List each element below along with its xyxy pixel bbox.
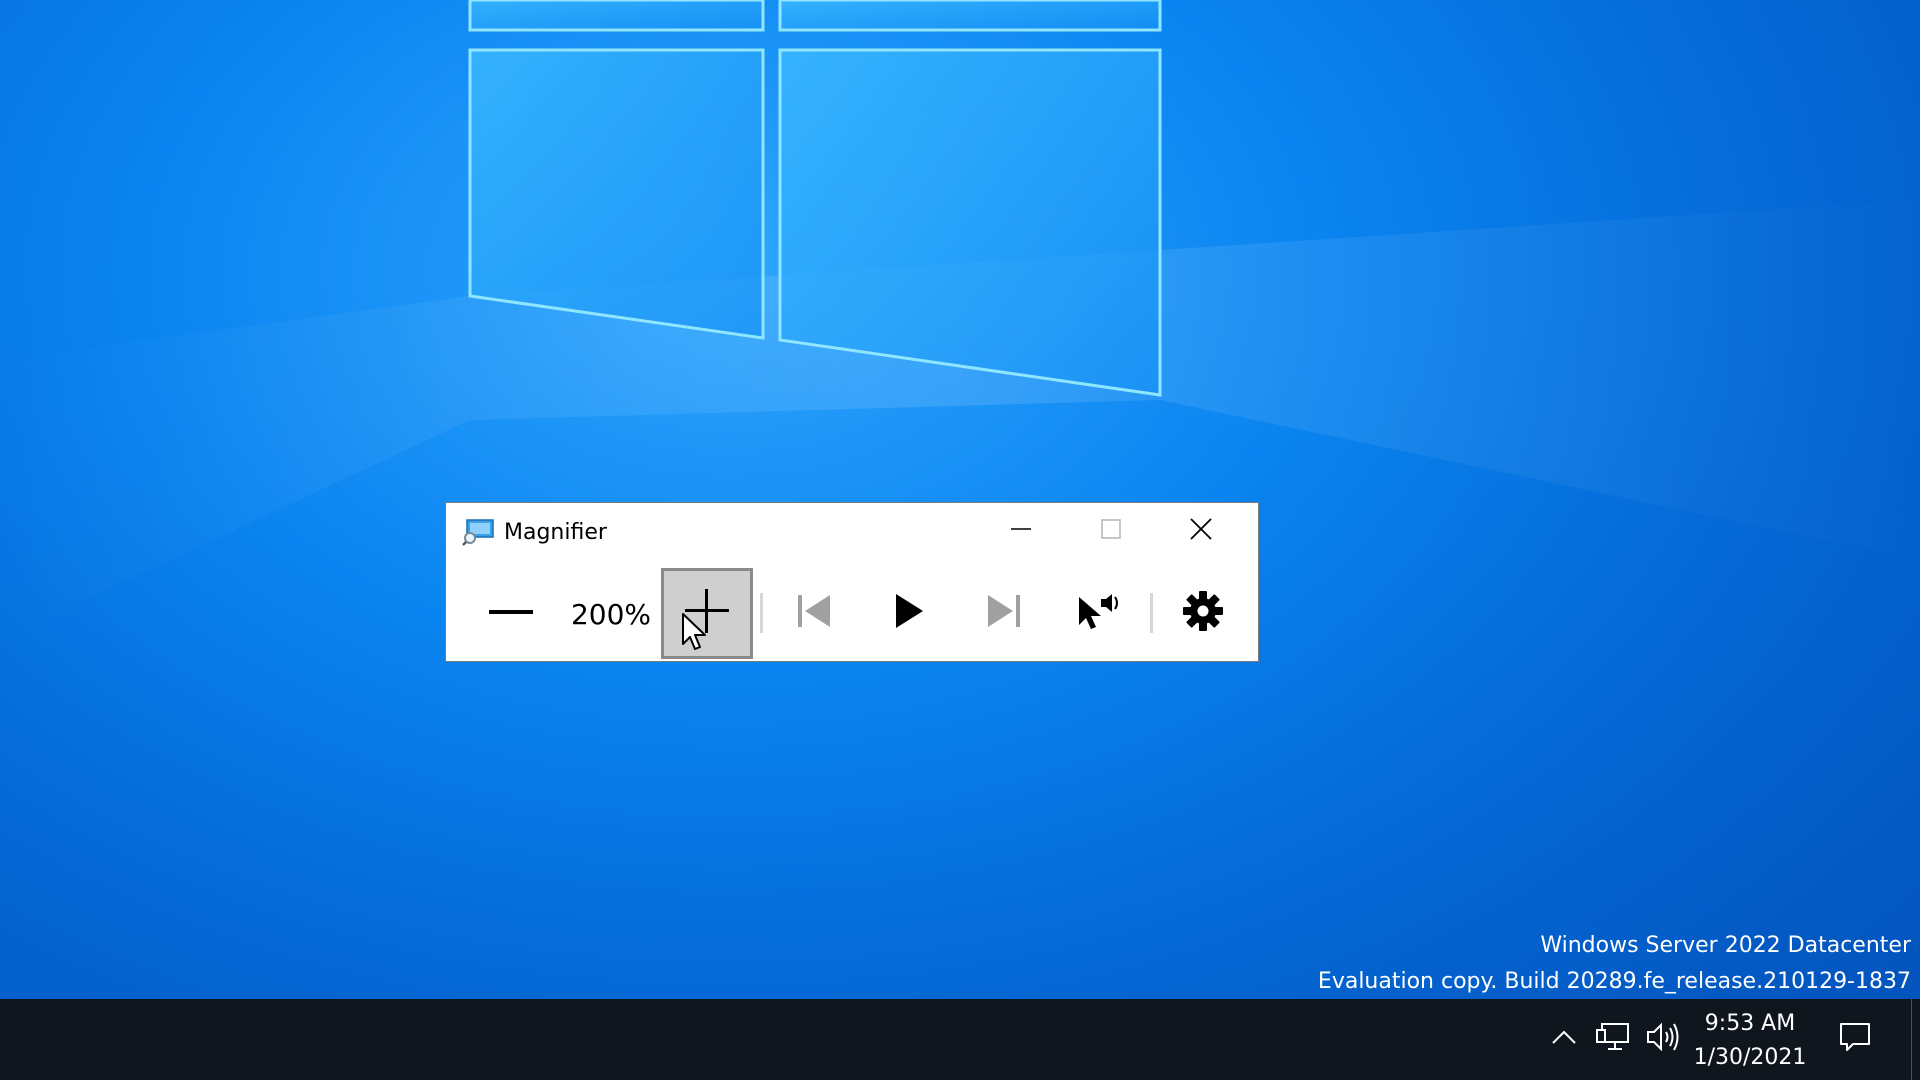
title-bar[interactable]: Magnifier bbox=[446, 503, 1258, 563]
mouse-cursor bbox=[682, 613, 708, 656]
chevron-up-icon bbox=[1551, 1029, 1577, 1050]
next-paragraph-button[interactable] bbox=[956, 568, 1051, 658]
taskbar-clock[interactable]: 9:53 AM 1/30/2021 bbox=[1690, 1007, 1810, 1075]
next-paragraph-icon bbox=[986, 593, 1022, 634]
windows-watermark: Windows Server 2022 Datacenter Evaluatio… bbox=[1318, 928, 1911, 1000]
zoom-out-icon bbox=[489, 604, 533, 622]
play-icon bbox=[894, 593, 924, 634]
play-button[interactable] bbox=[861, 568, 956, 658]
toolbar-divider bbox=[760, 593, 763, 633]
show-desktop-button[interactable] bbox=[1911, 999, 1920, 1080]
settings-button[interactable] bbox=[1158, 568, 1248, 658]
network-icon bbox=[1596, 1022, 1630, 1057]
read-from-here-button[interactable] bbox=[1051, 568, 1146, 658]
maximize-button[interactable] bbox=[1066, 503, 1156, 559]
clock-date: 1/30/2021 bbox=[1693, 1045, 1807, 1070]
show-hidden-icons-button[interactable] bbox=[1544, 999, 1584, 1080]
watermark-edition: Windows Server 2022 Datacenter bbox=[1540, 933, 1911, 958]
toolbar-divider bbox=[1150, 593, 1153, 633]
magnifier-window[interactable]: Magnifier 200% bbox=[445, 502, 1259, 662]
clock-time: 9:53 AM bbox=[1704, 1011, 1796, 1036]
window-title: Magnifier bbox=[504, 520, 607, 545]
watermark-build: Evaluation copy. Build 20289.fe_release.… bbox=[1317, 969, 1911, 994]
close-button[interactable] bbox=[1156, 503, 1246, 559]
read-from-here-icon bbox=[1077, 591, 1121, 636]
settings-gear-icon bbox=[1183, 590, 1223, 636]
desktop: Windows Server 2022 Datacenter Evaluatio… bbox=[0, 0, 1920, 1080]
previous-paragraph-icon bbox=[796, 593, 832, 634]
notifications-icon bbox=[1839, 1022, 1871, 1057]
zoom-out-button[interactable] bbox=[466, 568, 556, 658]
minimize-icon bbox=[1010, 518, 1032, 545]
maximize-icon bbox=[1100, 518, 1122, 545]
zoom-level: 200% bbox=[570, 598, 652, 631]
network-button[interactable] bbox=[1590, 999, 1636, 1080]
magnifier-toolbar: 200% bbox=[446, 563, 1258, 663]
zoom-in-button[interactable] bbox=[661, 568, 753, 659]
taskbar: 9:53 AM 1/30/2021 bbox=[0, 999, 1920, 1080]
close-icon bbox=[1189, 517, 1213, 546]
previous-paragraph-button[interactable] bbox=[766, 568, 861, 658]
minimize-button[interactable] bbox=[976, 503, 1066, 559]
volume-icon bbox=[1646, 1022, 1680, 1057]
action-center-button[interactable] bbox=[1830, 999, 1880, 1080]
magnifier-app-icon bbox=[462, 518, 494, 551]
volume-button[interactable] bbox=[1640, 999, 1686, 1080]
